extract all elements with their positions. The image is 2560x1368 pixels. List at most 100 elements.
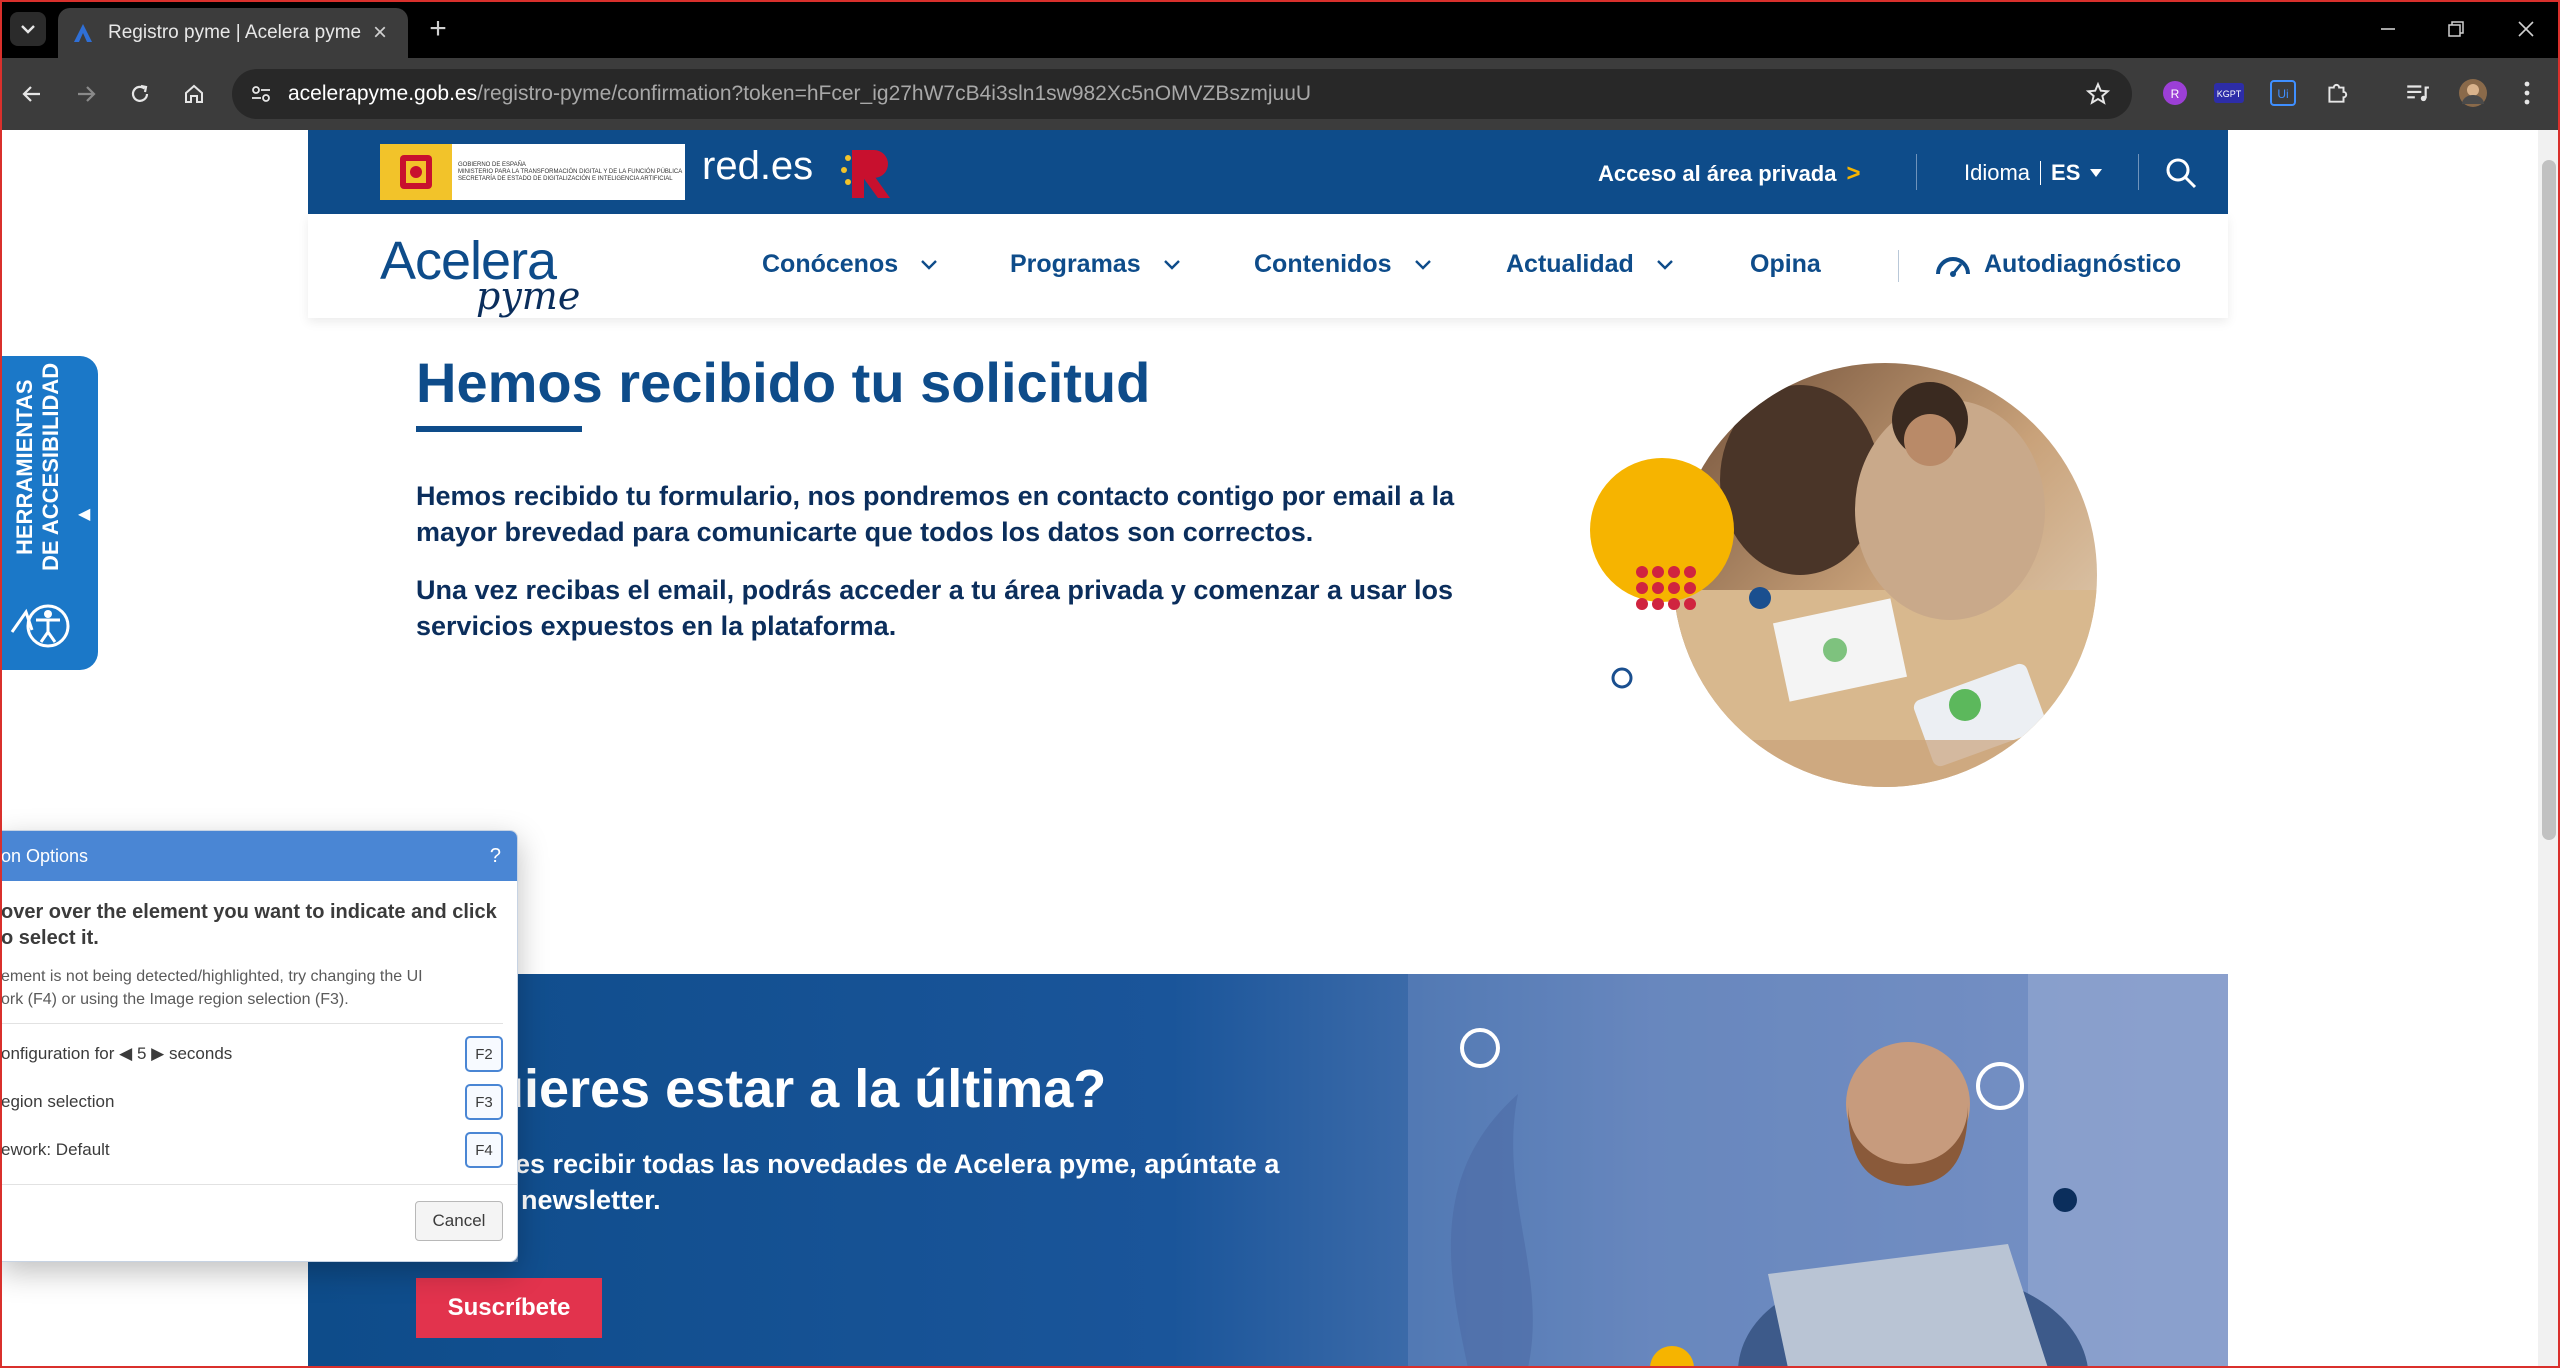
svg-text:KGPT: KGPT xyxy=(2217,89,2242,99)
kgpt-extension-icon[interactable]: KGPT xyxy=(2212,76,2246,110)
restore-button[interactable] xyxy=(2428,10,2484,48)
page-title: Hemos recibido tu solicitud xyxy=(416,351,1151,414)
uipath-extension-icon[interactable]: Ui xyxy=(2266,76,2300,110)
back-button[interactable] xyxy=(12,74,52,114)
chevron-down-icon xyxy=(21,25,35,34)
gov-logo-line: SECRETARÍA DE ESTADO DE DIGITALIZACIÓN E… xyxy=(458,175,673,182)
red-es-logo[interactable]: red.es xyxy=(702,144,813,189)
pause-seconds-value[interactable]: 5 xyxy=(137,1044,146,1063)
increase-seconds-icon[interactable]: ▶ xyxy=(151,1044,164,1063)
avatar[interactable] xyxy=(2456,76,2490,110)
newsletter-title: ¿Quieres estar a la última? xyxy=(416,1059,1107,1119)
nav-contenidos[interactable]: Contenidos xyxy=(1254,250,1432,279)
back-arrow-icon xyxy=(22,86,40,102)
gov-logo-line: MINISTERIO PARA LA TRANSFORMACIÓN DIGITA… xyxy=(458,168,683,175)
gov-logo-line: GOBIERNO DE ESPAÑA xyxy=(458,161,526,168)
close-tab-icon[interactable]: × xyxy=(366,19,394,47)
reload-icon xyxy=(131,84,149,102)
language-selector[interactable]: Idioma ES xyxy=(1964,160,2103,186)
logo-pyme-text: pyme xyxy=(476,274,581,318)
f4-key-button[interactable]: F4 xyxy=(465,1132,503,1168)
svg-text:R: R xyxy=(2171,87,2180,101)
caret-left-icon: ◀ xyxy=(78,506,91,523)
f2-key-button[interactable]: F2 xyxy=(465,1036,503,1072)
gobierno-espana-logo[interactable]: GOBIERNO DE ESPAÑA MINISTERIO PARA LA TR… xyxy=(380,144,685,200)
nav-opina[interactable]: Opina xyxy=(1750,250,1821,279)
address-bar[interactable]: acelerapyme.gob.es/registro-pyme/confirm… xyxy=(232,69,2132,119)
nav-item-label: Contenidos xyxy=(1254,250,1392,278)
cancel-button[interactable]: Cancel xyxy=(415,1200,503,1241)
nav-actualidad[interactable]: Actualidad xyxy=(1506,250,1674,279)
pause-configuration-row: onfiguration for ◀ 5 ▶ seconds F2 xyxy=(1,1030,517,1078)
help-icon[interactable]: ? xyxy=(490,845,501,868)
bookmark-star-icon[interactable] xyxy=(2082,78,2114,110)
url-path: /registro-pyme/confirmation?token=hFcer_… xyxy=(477,82,1312,105)
nav-item-label: Actualidad xyxy=(1506,250,1634,278)
dialog-hint: ement is not being detected/highlighted,… xyxy=(1,965,503,1011)
page-viewport: GOBIERNO DE ESPAÑA MINISTERIO PARA LA TR… xyxy=(0,130,2538,1368)
confirmation-paragraph: Hemos recibido tu formulario, nos pondre… xyxy=(416,481,1455,547)
home-button[interactable] xyxy=(174,74,214,114)
idioma-divider xyxy=(2040,161,2042,185)
puzzle-icon[interactable] xyxy=(2320,76,2354,110)
caret-down-icon xyxy=(2090,169,2103,177)
nav-item-label: Programas xyxy=(1010,250,1141,278)
profile-extension-icon[interactable]: R xyxy=(2158,76,2192,110)
chevron-right-icon: > xyxy=(1846,160,1861,187)
media-playlist-icon[interactable] xyxy=(2400,76,2434,110)
top-bar: GOBIERNO DE ESPAÑA MINISTERIO PARA LA TR… xyxy=(308,130,2228,214)
spain-shield-icon xyxy=(380,144,452,200)
forward-arrow-icon xyxy=(78,86,96,102)
nav-programas[interactable]: Programas xyxy=(1010,250,1181,279)
f3-key-button[interactable]: F3 xyxy=(465,1084,503,1120)
dialog-divider xyxy=(1,1023,503,1024)
minimize-icon xyxy=(2381,28,2395,30)
autodiagnostico-link[interactable]: Autodiagnóstico xyxy=(1934,250,2181,279)
newsletter-banner: ¿Quieres estar a la última? Si quieres r… xyxy=(308,974,2228,1368)
header-divider xyxy=(1916,154,1917,190)
pause-config-label: onfiguration for xyxy=(1,1044,115,1063)
acceso-area-privada-link[interactable]: Acceso al área privada > xyxy=(1598,160,1861,188)
menu-kebab-icon[interactable] xyxy=(2510,76,2544,110)
man-with-laptop-photo xyxy=(1408,974,2228,1368)
chevron-down-icon xyxy=(921,259,937,270)
site-info-icon[interactable] xyxy=(246,79,276,109)
selection-options-dialog: on Options ? over over the element you w… xyxy=(0,830,518,1262)
chevron-down-icon xyxy=(1656,259,1673,270)
dialog-instruction: over over the element you want to indica… xyxy=(1,899,503,951)
header-divider xyxy=(2138,154,2139,190)
decrease-seconds-icon[interactable]: ◀ xyxy=(119,1044,132,1063)
scrollbar-thumb[interactable] xyxy=(2542,160,2556,840)
svg-text:Ui: Ui xyxy=(2277,87,2288,101)
nav-conocenos[interactable]: Conócenos xyxy=(762,250,938,279)
subscribe-button[interactable]: Suscríbete xyxy=(416,1278,602,1338)
nav-item-label: Conócenos xyxy=(762,250,899,278)
forward-button[interactable] xyxy=(66,74,106,114)
nav-divider xyxy=(1898,250,1899,282)
close-window-button[interactable] xyxy=(2498,10,2554,48)
acelera-pyme-logo[interactable]: Acelera pyme xyxy=(380,230,590,318)
minimize-button[interactable] xyxy=(2360,10,2416,48)
tab-search-button[interactable] xyxy=(10,12,46,46)
active-tab[interactable]: Registro pyme | Acelera pyme × xyxy=(58,8,408,58)
home-icon xyxy=(185,84,203,103)
reload-button[interactable] xyxy=(120,74,160,114)
chevron-down-icon xyxy=(1163,259,1180,270)
pause-seconds-unit: seconds xyxy=(168,1044,233,1063)
tab-title: Registro pyme | Acelera pyme xyxy=(108,22,362,43)
image-region-row: egion selection F3 xyxy=(1,1078,517,1126)
newsletter-text: Si quieres recibir todas las novedades d… xyxy=(416,1149,1280,1215)
idioma-label: Idioma xyxy=(1964,160,2031,185)
dialog-hint-line: ork (F4) or using the Image region selec… xyxy=(1,991,349,1008)
accessibility-tools-tab[interactable]: HERRAMIENTAS DE ACCESIBILIDAD ◀ xyxy=(0,356,98,670)
page-scrollbar[interactable] xyxy=(2538,130,2560,1368)
framework-label: ework: Default xyxy=(1,1140,110,1159)
close-icon xyxy=(2518,21,2534,37)
search-icon[interactable] xyxy=(2164,156,2198,190)
prtr-logo-icon[interactable] xyxy=(838,140,902,204)
acceso-label: Acceso al área privada xyxy=(1598,161,1837,186)
pause-config-text: onfiguration for ◀ 5 ▶ seconds xyxy=(1,1044,232,1064)
new-tab-button[interactable]: + xyxy=(420,12,456,46)
chevron-down-icon xyxy=(1414,259,1431,270)
next-steps-paragraph: Una vez recibas el email, podrás acceder… xyxy=(416,575,1454,641)
